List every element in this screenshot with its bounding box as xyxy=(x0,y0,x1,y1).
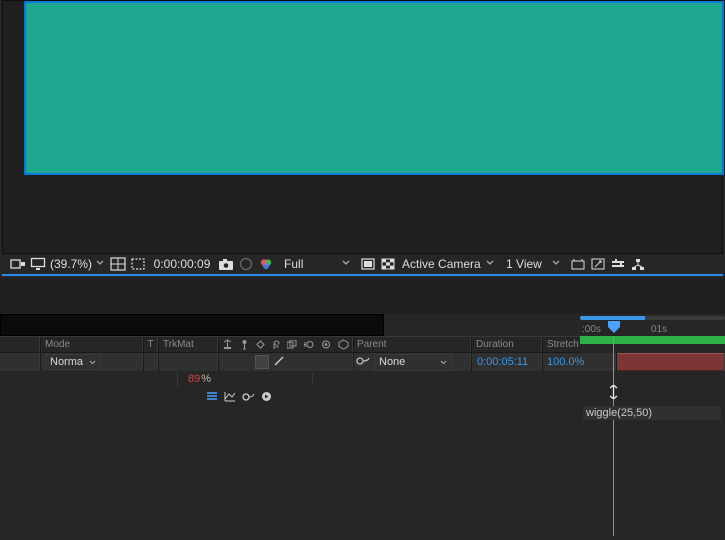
parent-dropdown[interactable]: None xyxy=(374,354,452,371)
property-value[interactable]: 89% xyxy=(178,373,313,385)
column-parent[interactable]: Parent xyxy=(353,337,471,352)
pixel-aspect-icon[interactable] xyxy=(570,256,586,272)
time-ruler[interactable]: :00s 01s xyxy=(580,314,725,336)
zoom-dropdown[interactable] xyxy=(96,260,104,268)
preview-canvas[interactable] xyxy=(24,1,724,175)
safe-zones-icon[interactable] xyxy=(110,256,126,272)
layer-bar[interactable] xyxy=(617,353,724,371)
roi-icon[interactable] xyxy=(360,256,376,272)
duration-value[interactable]: 0:00:05:11 xyxy=(477,356,528,368)
expression-graph-icon[interactable] xyxy=(224,391,236,402)
svg-text:fx: fx xyxy=(274,344,279,350)
transparency-grid-icon[interactable] xyxy=(380,256,396,272)
resolution-dropdown[interactable]: Full xyxy=(276,254,358,274)
expression-pickwhip-icon[interactable] xyxy=(242,391,255,402)
column-t[interactable]: T xyxy=(143,337,158,352)
column-trkmat[interactable]: TrkMat xyxy=(158,337,218,352)
fast-previews-icon[interactable] xyxy=(590,256,606,272)
column-mode[interactable]: Mode xyxy=(40,337,143,352)
ruler-label-01s: 01s xyxy=(651,324,667,335)
flowchart-icon[interactable] xyxy=(630,256,646,272)
show-channel-icon[interactable] xyxy=(238,256,254,272)
color-swatch[interactable] xyxy=(255,355,269,369)
expression-text-input[interactable]: wiggle(25,50) xyxy=(583,406,721,420)
preview-window xyxy=(2,0,723,254)
ruler-label-start: :00s xyxy=(582,324,601,335)
work-area-bar[interactable] xyxy=(580,336,725,353)
stretch-value[interactable]: 100.0% xyxy=(547,356,584,368)
current-time-indicator[interactable] xyxy=(607,320,621,338)
layer-search-input[interactable] xyxy=(0,314,384,336)
preview-toolbar: (39.7%) 0:00:00:09 Full Active Camera 1 … xyxy=(2,254,723,276)
views-dropdown[interactable]: 1 View xyxy=(502,254,568,274)
camera-dropdown[interactable]: Active Camera xyxy=(398,254,502,274)
always-preview-icon[interactable] xyxy=(10,256,26,272)
monitor-icon[interactable] xyxy=(30,256,46,272)
expression-enable-icon[interactable] xyxy=(206,391,218,401)
timeline-panel: :00s 01s Mode T TrkMat fx Parent Duratio… xyxy=(0,314,725,540)
quality-slash-icon[interactable] xyxy=(273,355,285,370)
zoom-value[interactable]: (39.7%) xyxy=(50,257,92,271)
cti-line xyxy=(613,336,614,536)
panel-gap xyxy=(0,278,725,314)
mask-visibility-icon[interactable] xyxy=(130,256,146,272)
pickwhip-icon[interactable] xyxy=(356,355,370,370)
column-switches: fx xyxy=(218,337,353,352)
current-time[interactable]: 0:00:00:09 xyxy=(148,257,216,271)
cti-caret-icon xyxy=(609,385,618,397)
layer-row[interactable]: Norma None 0:00:05:11 100.0% xyxy=(0,353,725,371)
timeline-icon[interactable] xyxy=(610,256,626,272)
column-duration[interactable]: Duration xyxy=(471,337,542,352)
snapshot-icon[interactable] xyxy=(218,256,234,272)
color-mgmt-icon[interactable] xyxy=(258,256,274,272)
expression-language-icon[interactable] xyxy=(261,391,272,402)
blend-mode-dropdown[interactable]: Norma xyxy=(45,354,101,370)
